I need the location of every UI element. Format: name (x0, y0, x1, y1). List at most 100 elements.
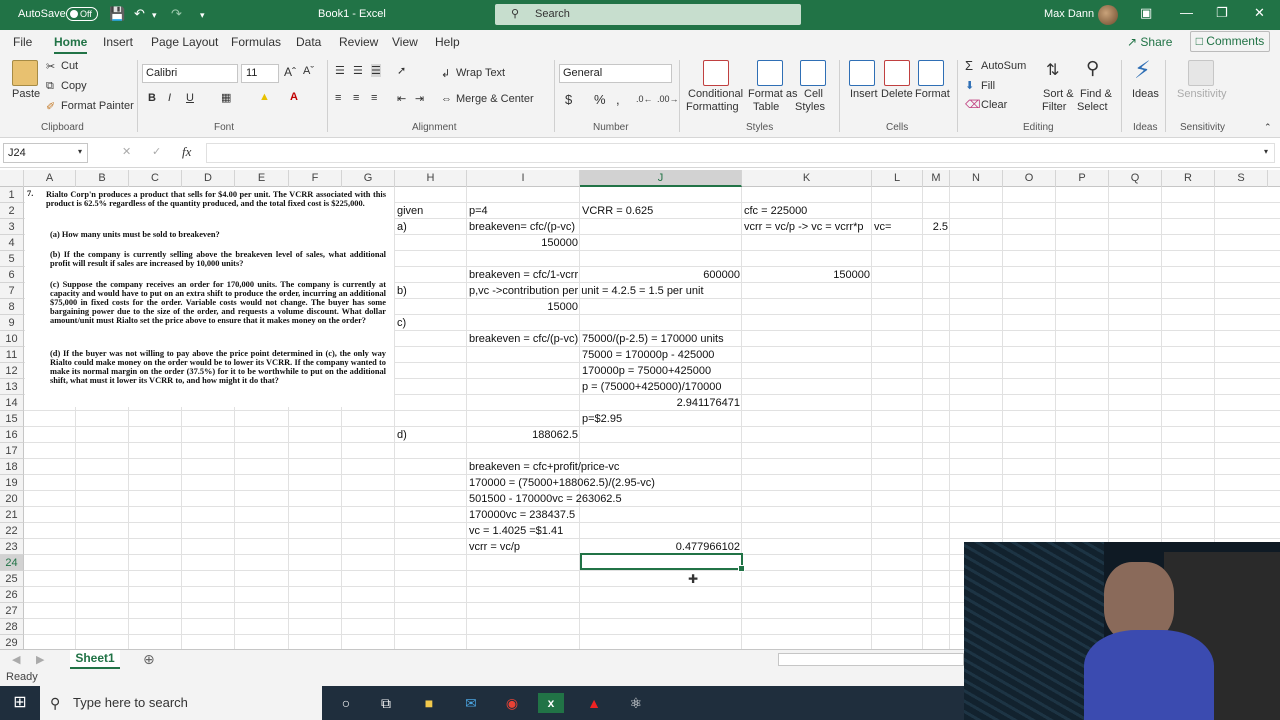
cell-i3[interactable]: breakeven= cfc/(p-vc) (467, 219, 577, 235)
column-header-s[interactable]: S (1215, 170, 1268, 187)
row-header-20[interactable]: 20 (0, 491, 24, 507)
sheet-tab[interactable]: Sheet1 (70, 650, 120, 669)
conditional-formatting-icon[interactable] (703, 60, 729, 86)
mail-icon[interactable]: ✉ (461, 693, 481, 713)
row-header-13[interactable]: 13 (0, 379, 24, 395)
decrease-decimal-icon[interactable]: .00→ (657, 94, 679, 104)
name-box-dropdown-icon[interactable]: ▾ (78, 147, 82, 156)
next-sheet-icon[interactable]: ▶ (36, 653, 44, 666)
cell-i4[interactable]: 150000 (467, 235, 580, 251)
cell-k6[interactable]: 150000 (742, 267, 872, 283)
paste-button[interactable]: Paste (12, 88, 40, 100)
tab-file[interactable]: File (13, 35, 32, 49)
formula-input[interactable] (206, 143, 1275, 163)
save-icon[interactable]: 💾 (109, 6, 125, 22)
column-header-a[interactable]: A (24, 170, 76, 187)
autosave-toggle[interactable]: Off (66, 7, 98, 21)
tab-help[interactable]: Help (435, 35, 460, 49)
cell-j11[interactable]: 75000 = 170000p - 425000 (580, 347, 716, 363)
row-header-11[interactable]: 11 (0, 347, 24, 363)
row-header-26[interactable]: 26 (0, 587, 24, 603)
column-header-n[interactable]: N (950, 170, 1003, 187)
cell-i10[interactable]: breakeven = cfc/(p-vc) (467, 331, 580, 347)
tab-formulas[interactable]: Formulas (231, 35, 281, 49)
cell-j10[interactable]: 75000/(p-2.5) = 170000 units (580, 331, 726, 347)
row-header-21[interactable]: 21 (0, 507, 24, 523)
cell-j6[interactable]: 600000 (580, 267, 742, 283)
insert-cells-button[interactable]: Insert (850, 88, 878, 100)
column-header-m[interactable]: M (923, 170, 950, 187)
column-header-b[interactable]: B (76, 170, 129, 187)
cell-j13[interactable]: p = (75000+425000)/170000 (580, 379, 723, 395)
insert-function-icon[interactable]: fx (182, 144, 191, 160)
windows-start-icon[interactable]: ⊞ (10, 693, 30, 713)
collapse-ribbon-icon[interactable]: ⌃ (1264, 122, 1272, 133)
excel-taskbar-icon[interactable]: x (538, 693, 564, 713)
taskbar-search[interactable]: ⚲ Type here to search (40, 686, 322, 720)
cell-h3[interactable]: a) (395, 219, 409, 235)
cell-h7[interactable]: b) (395, 283, 409, 299)
cell-h9[interactable]: c) (395, 315, 408, 331)
cell-i2[interactable]: p=4 (467, 203, 490, 219)
enter-icon[interactable]: ✓ (152, 145, 161, 158)
row-header-3[interactable]: 3 (0, 219, 24, 235)
ideas-icon[interactable]: ⚡ (1134, 56, 1151, 85)
cell-h16[interactable]: d) (395, 427, 409, 443)
cell-j23[interactable]: 0.477966102 (580, 539, 742, 555)
tab-data[interactable]: Data (296, 35, 321, 49)
expand-formula-icon[interactable]: ▾ (1264, 147, 1268, 156)
borders-icon[interactable]: ▦ (221, 91, 231, 104)
cell-j12[interactable]: 170000p = 75000+425000 (580, 363, 713, 379)
orientation-icon[interactable]: ➚ (397, 64, 406, 77)
row-header-24[interactable]: 24 (0, 555, 24, 571)
fill-button[interactable]: Fill (981, 80, 995, 92)
row-header-22[interactable]: 22 (0, 523, 24, 539)
name-box[interactable]: J24 (3, 143, 88, 163)
sort-filter-label2[interactable]: Filter (1042, 101, 1066, 113)
row-header-29[interactable]: 29 (0, 635, 24, 649)
row-header-17[interactable]: 17 (0, 443, 24, 459)
undo-icon[interactable]: ↶ (134, 6, 145, 22)
format-as-table-label1[interactable]: Format as (748, 88, 798, 100)
cell-i6[interactable]: breakeven = cfc/1-vcrr (467, 267, 580, 283)
row-header-25[interactable]: 25 (0, 571, 24, 587)
cell-i19[interactable]: 170000 = (75000+188062.5)/(2.95-vc) (467, 475, 657, 491)
copy-button[interactable]: Copy (61, 80, 87, 92)
new-sheet-icon[interactable]: ⊕ (143, 651, 155, 668)
prev-sheet-icon[interactable]: ◀ (12, 653, 20, 666)
cell-l3[interactable]: vc= (872, 219, 893, 235)
column-header-o[interactable]: O (1003, 170, 1056, 187)
file-explorer-icon[interactable]: ■ (419, 693, 439, 713)
cell-styles-label1[interactable]: Cell (804, 88, 823, 100)
row-header-4[interactable]: 4 (0, 235, 24, 251)
column-header-j[interactable]: J (580, 170, 742, 187)
row-header-7[interactable]: 7 (0, 283, 24, 299)
cell-k3[interactable]: vcrr = vc/p -> vc = vcrr*p (742, 219, 866, 235)
tab-home[interactable]: Home (54, 35, 88, 54)
conditional-formatting-label2[interactable]: Formatting (686, 101, 739, 113)
column-header-q[interactable]: Q (1109, 170, 1162, 187)
row-header-19[interactable]: 19 (0, 475, 24, 491)
align-middle-icon[interactable]: ☰ (353, 64, 363, 77)
increase-indent-icon[interactable]: ⇥ (415, 92, 424, 105)
column-header-l[interactable]: L (872, 170, 923, 187)
column-header-c[interactable]: C (129, 170, 182, 187)
column-header-p[interactable]: P (1056, 170, 1109, 187)
align-bottom-icon[interactable]: ☰ (371, 64, 381, 77)
acrobat-icon[interactable]: ▲ (584, 693, 604, 713)
comments-button[interactable]: □ Comments (1190, 31, 1270, 52)
task-view-icon[interactable]: ⧉ (376, 693, 396, 713)
row-header-10[interactable]: 10 (0, 331, 24, 347)
merge-center-button[interactable]: Merge & Center (456, 93, 534, 105)
cell-i20[interactable]: 501500 - 170000vc = 263062.5 (467, 491, 624, 507)
close-icon[interactable]: ✕ (1254, 5, 1265, 21)
redo-icon[interactable]: ↷ (171, 6, 182, 22)
cell-i16[interactable]: 188062.5 (467, 427, 580, 443)
sort-filter-label1[interactable]: Sort & (1043, 88, 1074, 100)
cell-i21[interactable]: 170000vc = 238437.5 (467, 507, 577, 523)
row-header-16[interactable]: 16 (0, 427, 24, 443)
cell-i22[interactable]: vc = 1.4025 =$1.41 (467, 523, 565, 539)
cell-m3[interactable]: 2.5 (923, 219, 950, 235)
cell-h2[interactable]: given (395, 203, 425, 219)
cell-i18[interactable]: breakeven = cfc+profit/price-vc (467, 459, 621, 475)
